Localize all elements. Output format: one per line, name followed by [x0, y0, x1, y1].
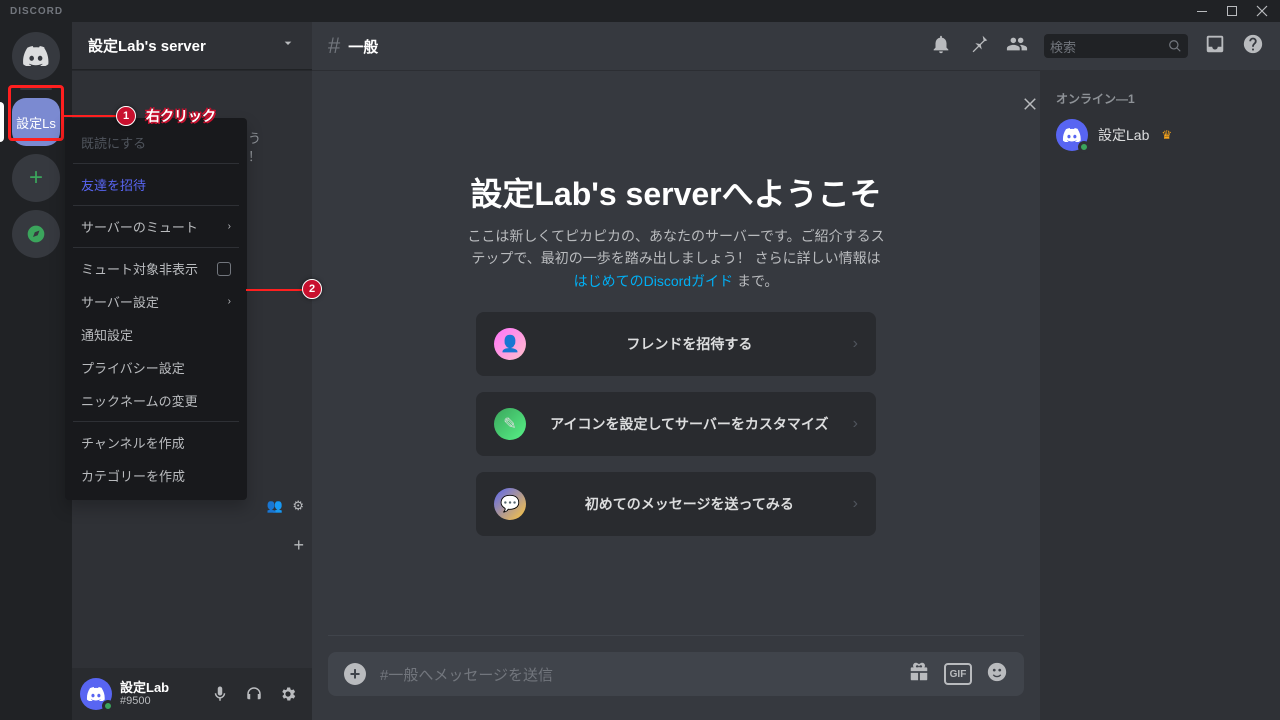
server-icon-label: 設定Ls	[16, 113, 56, 132]
annotation-text-1: 右クリック	[146, 106, 216, 126]
attach-button[interactable]: +	[344, 663, 366, 685]
annotation-badge-2: 2	[302, 279, 322, 299]
checkbox-icon	[217, 262, 231, 276]
chat-area: 設定Lab's serverへようこそ ここは新しくてピカピカの、あなたのサーバ…	[312, 70, 1040, 720]
chevron-right-icon: ›	[228, 296, 231, 307]
ctx-hide-muted[interactable]: ミュート対象非表示	[73, 252, 239, 285]
message-placeholder: #一般へメッセージを送信	[380, 664, 894, 685]
search-icon	[1168, 39, 1182, 53]
help-icon[interactable]	[1242, 33, 1264, 60]
welcome-subtitle: ここは新しくてピカピカの、あなたのサーバーです。ご紹介するステップで、最初の一歩…	[466, 225, 886, 292]
chevron-right-icon: ›	[853, 415, 858, 433]
channel-hint: う	[248, 128, 261, 147]
home-button[interactable]	[12, 32, 60, 80]
welcome-card-invite[interactable]: 👤 フレンドを招待する ›	[476, 312, 876, 376]
member-name: 設定Lab	[1098, 125, 1149, 145]
close-welcome-button[interactable]	[1012, 86, 1048, 122]
chevron-right-icon: ›	[853, 335, 858, 353]
emoji-icon[interactable]	[986, 661, 1008, 688]
inbox-icon[interactable]	[1204, 33, 1226, 60]
add-channel-icon[interactable]: +	[293, 535, 304, 556]
chevron-right-icon: ›	[228, 221, 231, 232]
members-header: オンライン—1	[1048, 86, 1272, 111]
notifications-icon[interactable]	[930, 33, 952, 60]
pinned-icon[interactable]	[968, 33, 990, 60]
server-header[interactable]: 設定Lab's server	[72, 22, 312, 70]
welcome-title: 設定Lab's serverへようこそ	[470, 169, 881, 215]
ctx-invite[interactable]: 友達を招待	[73, 168, 239, 201]
status-indicator	[102, 700, 114, 712]
gift-icon[interactable]	[908, 661, 930, 688]
ctx-mute[interactable]: サーバーのミュート›	[73, 210, 239, 243]
search-input[interactable]: 検索	[1044, 34, 1188, 58]
message-input-bar[interactable]: + #一般へメッセージを送信 GIF	[328, 652, 1024, 696]
status-indicator	[1078, 141, 1090, 153]
card-label: 初めてのメッセージを送ってみる	[542, 494, 837, 514]
ctx-nickname[interactable]: ニックネームの変更	[73, 384, 239, 417]
members-toggle-icon[interactable]	[1006, 33, 1028, 60]
maximize-button[interactable]	[1218, 0, 1246, 22]
user-discriminator: #9500	[120, 695, 196, 708]
explore-servers-button[interactable]	[12, 210, 60, 258]
ctx-notifications[interactable]: 通知設定	[73, 318, 239, 351]
chevron-down-icon	[280, 35, 296, 56]
close-button[interactable]	[1248, 0, 1276, 22]
server-context-menu: 既読にする 友達を招待 サーバーのミュート› ミュート対象非表示 サーバー設定›…	[65, 118, 247, 500]
member-permissions-icon[interactable]: 👥	[267, 498, 283, 513]
annotation-badge-1: 1	[116, 106, 136, 126]
user-info[interactable]: 設定Lab #9500	[120, 680, 196, 709]
main-area: # 一般 検索 設定Lab's serverへようこそ	[312, 22, 1280, 720]
user-panel: 設定Lab #9500	[72, 668, 312, 720]
minimize-button[interactable]	[1188, 0, 1216, 22]
member-avatar	[1056, 119, 1088, 151]
customize-icon: ✎	[494, 408, 526, 440]
welcome-card-message[interactable]: 💬 初めてのメッセージを送ってみる ›	[476, 472, 876, 536]
user-avatar[interactable]	[80, 678, 112, 710]
members-panel: オンライン—1 設定Lab ♛	[1040, 70, 1280, 720]
guide-link[interactable]: はじめてのDiscordガイド	[574, 273, 733, 289]
search-placeholder: 検索	[1050, 37, 1168, 56]
server-name: 設定Lab's server	[88, 35, 206, 56]
ctx-server-settings[interactable]: サーバー設定›	[73, 285, 239, 318]
ctx-mark-read: 既読にする	[73, 126, 239, 159]
ctx-create-category[interactable]: カテゴリーを作成	[73, 459, 239, 492]
ctx-create-channel[interactable]: チャンネルを作成	[73, 426, 239, 459]
user-settings-button[interactable]	[272, 678, 304, 710]
welcome-card-icon[interactable]: ✎ アイコンを設定してサーバーをカスタマイズ ›	[476, 392, 876, 456]
chevron-right-icon: ›	[853, 495, 858, 513]
card-label: アイコンを設定してサーバーをカスタマイズ	[542, 414, 837, 434]
channel-settings-icon[interactable]: ⚙	[292, 498, 304, 513]
deafen-button[interactable]	[238, 678, 270, 710]
first-message-icon: 💬	[494, 488, 526, 520]
card-label: フレンドを招待する	[542, 334, 837, 354]
owner-crown-icon: ♛	[1161, 128, 1172, 142]
gif-button[interactable]: GIF	[944, 663, 972, 685]
server-icon-selected[interactable]: 設定Ls	[12, 98, 60, 146]
user-name: 設定Lab	[120, 680, 196, 696]
ctx-privacy[interactable]: プライバシー設定	[73, 351, 239, 384]
welcome-panel: 設定Lab's serverへようこそ ここは新しくてピカピカの、あなたのサーバ…	[312, 70, 1040, 635]
channel-name: 一般	[348, 36, 930, 57]
channel-toolbar: # 一般 検索	[312, 22, 1280, 70]
add-server-button[interactable]: +	[12, 154, 60, 202]
annotation-line-1	[64, 115, 116, 117]
server-list: 設定Ls +	[0, 22, 72, 720]
member-item[interactable]: 設定Lab ♛	[1048, 115, 1272, 155]
invite-friends-icon: 👤	[494, 328, 526, 360]
titlebar: DISCORD	[0, 0, 1280, 22]
mute-mic-button[interactable]	[204, 678, 236, 710]
window-controls	[1188, 0, 1276, 22]
channel-hint: ！	[248, 146, 261, 165]
app-logo: DISCORD	[4, 6, 63, 17]
active-server-pill	[0, 102, 4, 142]
hash-icon: #	[328, 33, 340, 59]
annotation-line-2	[246, 289, 302, 291]
